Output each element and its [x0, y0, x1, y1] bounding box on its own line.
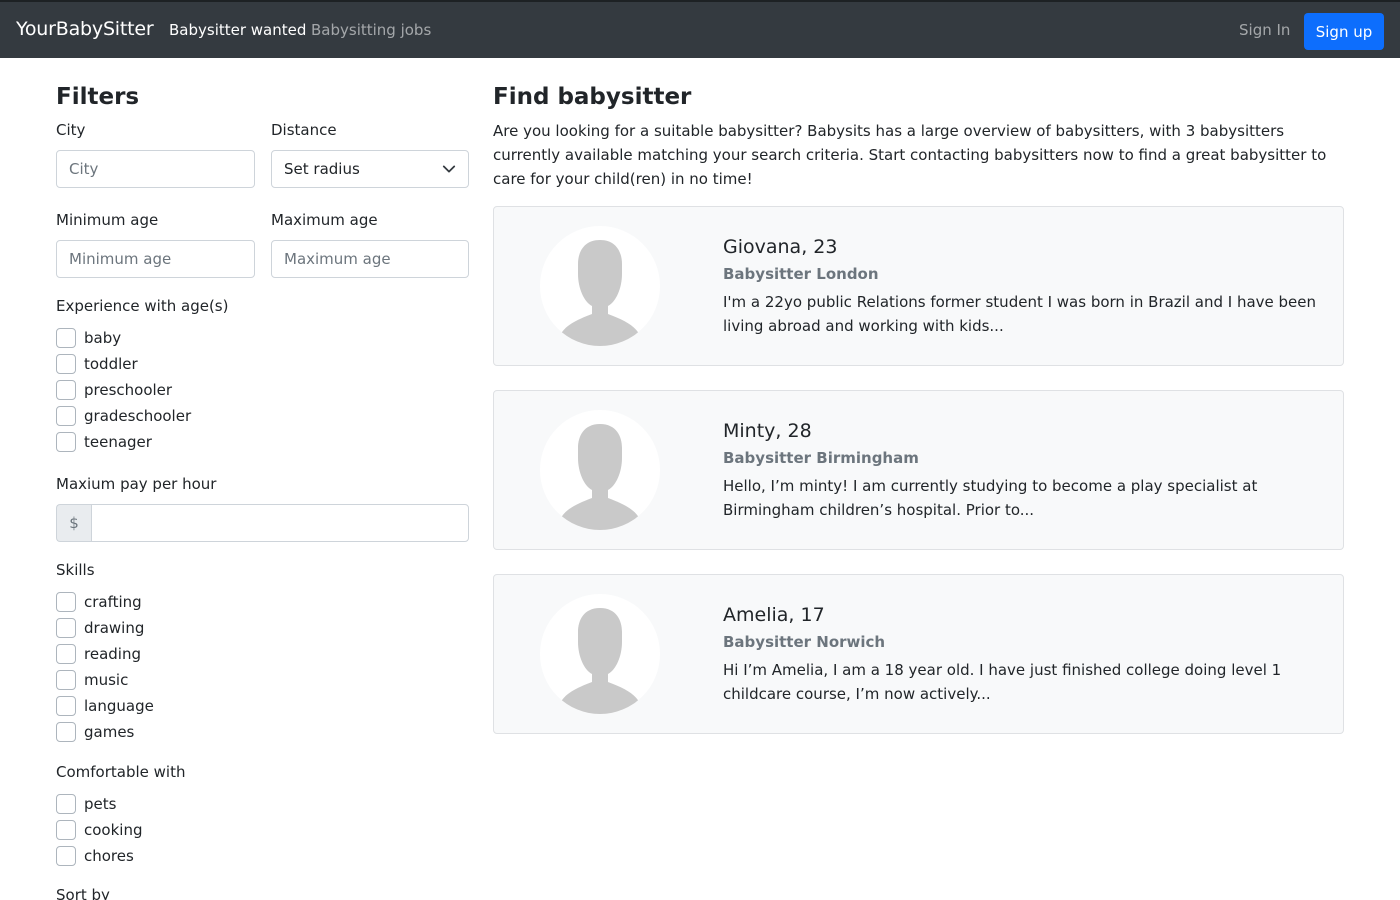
user-silhouette-icon	[560, 608, 640, 714]
checkbox[interactable]	[56, 618, 76, 638]
experience-option-teenager[interactable]: teenager	[56, 432, 152, 452]
intro-text: Are you looking for a suitable babysitte…	[493, 122, 1327, 188]
skill-option-drawing[interactable]: drawing	[56, 618, 144, 638]
checkbox[interactable]	[56, 592, 76, 612]
checkbox[interactable]	[56, 644, 76, 664]
comfortable-label: Comfortable with	[56, 763, 186, 781]
city-label: City	[56, 121, 86, 139]
sign-in-link[interactable]: Sign In	[1239, 21, 1290, 39]
checkbox-label: preschooler	[84, 381, 173, 399]
checkbox[interactable]	[56, 722, 76, 742]
babysitter-location: Babysitter London	[723, 265, 879, 283]
skill-option-music[interactable]: music	[56, 670, 128, 690]
chevron-down-icon	[442, 165, 456, 173]
user-silhouette-icon	[560, 240, 640, 346]
skill-option-language[interactable]: language	[56, 696, 154, 716]
checkbox-label: cooking	[84, 821, 143, 839]
avatar	[540, 226, 660, 346]
checkbox-label: reading	[84, 645, 141, 663]
city-input[interactable]	[56, 150, 255, 188]
checkbox-label: toddler	[84, 355, 138, 373]
babysitter-card[interactable]: Minty, 28 Babysitter Birmingham Hello, I…	[493, 390, 1344, 550]
dollar-prefix: $	[56, 504, 91, 542]
max-pay-input[interactable]	[91, 504, 469, 542]
babysitter-description: Hi I’m Amelia, I am a 18 year old. I hav…	[723, 661, 1282, 703]
checkbox[interactable]	[56, 670, 76, 690]
pay-input-group: $	[56, 504, 469, 542]
avatar	[540, 594, 660, 714]
checkbox-label: gradeschooler	[84, 407, 192, 425]
checkbox-label: games	[84, 723, 135, 741]
checkbox-label: crafting	[84, 593, 142, 611]
babysitter-description: I'm a 22yo public Relations former stude…	[723, 293, 1317, 335]
sort-by-label: Sort by	[56, 886, 110, 900]
distance-label: Distance	[271, 121, 337, 139]
babysitter-card[interactable]: Amelia, 17 Babysitter Norwich Hi I’m Ame…	[493, 574, 1344, 734]
experience-option-gradeschooler[interactable]: gradeschooler	[56, 406, 191, 426]
min-age-input[interactable]	[56, 240, 255, 278]
page-title: Find babysitter	[493, 84, 692, 110]
comfortable-option-pets[interactable]: pets	[56, 794, 116, 814]
comfortable-option-cooking[interactable]: cooking	[56, 820, 142, 840]
babysitter-location: Babysitter Birmingham	[723, 449, 919, 467]
checkbox[interactable]	[56, 380, 76, 400]
skill-option-reading[interactable]: reading	[56, 644, 141, 664]
max-age-input[interactable]	[271, 240, 469, 278]
babysitter-name[interactable]: Minty, 28	[723, 420, 812, 442]
babysitter-location: Babysitter Norwich	[723, 633, 886, 651]
checkbox[interactable]	[56, 696, 76, 716]
avatar	[540, 410, 660, 530]
babysitter-name[interactable]: Giovana, 23	[723, 236, 837, 258]
distance-select[interactable]: Set radius	[271, 150, 469, 188]
checkbox-label: teenager	[84, 433, 152, 451]
experience-option-baby[interactable]: baby	[56, 328, 121, 348]
babysitter-description: Hello, I’m minty! I am currently studyin…	[723, 477, 1258, 519]
checkbox-label: baby	[84, 329, 122, 347]
checkbox-label: drawing	[84, 619, 145, 637]
checkbox[interactable]	[56, 846, 76, 866]
nav-babysitting-jobs[interactable]: Babysitting jobs	[311, 21, 431, 39]
min-age-label: Minimum age	[56, 211, 159, 229]
checkbox-label: music	[84, 671, 129, 689]
max-age-label: Maximum age	[271, 211, 378, 229]
filters-title: Filters	[56, 84, 140, 110]
distance-select-value: Set radius	[284, 160, 360, 178]
checkbox[interactable]	[56, 328, 76, 348]
checkbox[interactable]	[56, 406, 76, 426]
nav-babysitter-wanted[interactable]: Babysitter wanted	[169, 21, 306, 39]
pay-label: Maxium pay per hour	[56, 475, 217, 493]
checkbox[interactable]	[56, 794, 76, 814]
skill-option-crafting[interactable]: crafting	[56, 592, 142, 612]
skills-label: Skills	[56, 561, 95, 579]
checkbox[interactable]	[56, 432, 76, 452]
skill-option-games[interactable]: games	[56, 722, 134, 742]
top-navbar: YourBabySitter Babysitter wanted Babysit…	[0, 0, 1400, 58]
checkbox[interactable]	[56, 354, 76, 374]
brand-logo[interactable]: YourBabySitter	[16, 18, 154, 40]
experience-label: Experience with age(s)	[56, 297, 229, 315]
checkbox-label: language	[84, 697, 154, 715]
checkbox-label: pets	[84, 795, 117, 813]
experience-option-toddler[interactable]: toddler	[56, 354, 138, 374]
checkbox[interactable]	[56, 820, 76, 840]
user-silhouette-icon	[560, 424, 640, 530]
experience-option-preschooler[interactable]: preschooler	[56, 380, 172, 400]
checkbox-label: chores	[84, 847, 134, 865]
babysitter-card[interactable]: Giovana, 23 Babysitter London I'm a 22yo…	[493, 206, 1344, 366]
comfortable-option-chores[interactable]: chores	[56, 846, 134, 866]
sign-up-button[interactable]: Sign up	[1304, 13, 1384, 50]
babysitter-name[interactable]: Amelia, 17	[723, 604, 825, 626]
